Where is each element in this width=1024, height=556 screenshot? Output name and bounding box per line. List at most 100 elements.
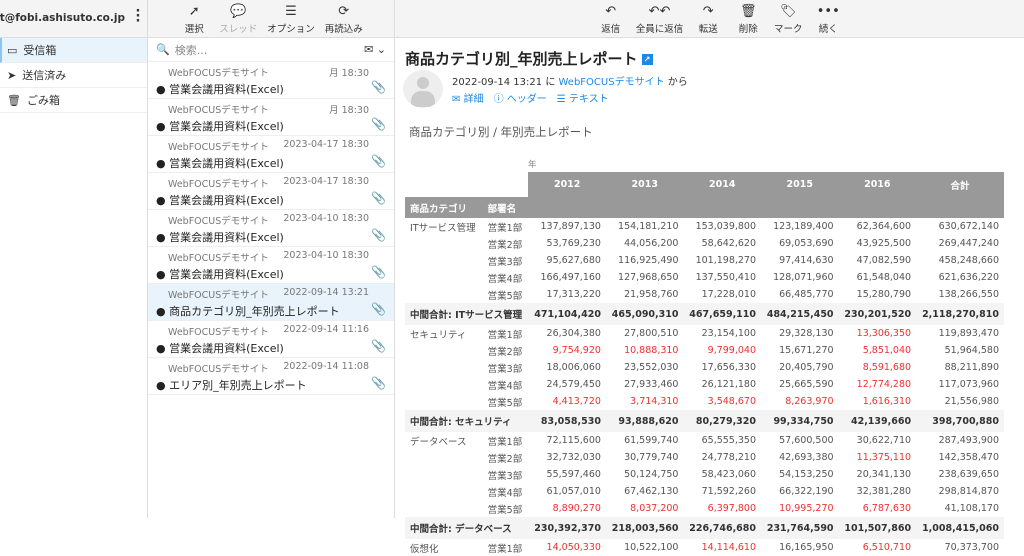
message-list-item[interactable]: WebFOCUSデモサイト 月 18:30 ● 営業会議用資料(Excel) 📎 (148, 62, 394, 99)
message-list-item[interactable]: WebFOCUSデモサイト 2023-04-17 18:30 ● 営業会議用資料(E… (148, 136, 394, 173)
value-cell: 10,888,310 (624, 345, 679, 356)
headers-link[interactable]: ⓘ ヘッダー (494, 90, 547, 105)
main-btn-1[interactable]: ↶↶ 全員に返信 (636, 3, 684, 35)
subtotal-cell: 93,888,620 (605, 410, 684, 432)
message-list-item[interactable]: WebFOCUSデモサイト 2022-09-14 13:21 ● 商品カテゴリ別_年… (148, 284, 394, 321)
main-icon-5: ••• (816, 4, 840, 19)
search-input[interactable]: 検索... (175, 42, 208, 58)
year-label: 年 (528, 160, 537, 170)
value-cell: 30,779,740 (624, 452, 679, 463)
subject: ● 営業会議用資料(Excel) (156, 83, 284, 96)
value-cell: 142,358,470 (938, 452, 999, 463)
value-cell: 54,153,250 (779, 469, 834, 480)
value-cell: 166,497,160 (540, 272, 601, 283)
message-list-item[interactable]: WebFOCUSデモサイト 2023-04-10 18:30 ● 営業会議用資料(E… (148, 210, 394, 247)
button-label: オプション (267, 24, 315, 35)
message-list-pane: ➚ 選択 💬 スレッド ☰ オプション ⟳ 再読込み 🔍 検索... ✉ ⌄ WebFOCUS… (148, 0, 395, 518)
attachment-icon: 📎 (371, 154, 386, 168)
button-label: 返信 (601, 24, 621, 35)
message-list-item[interactable]: WebFOCUSデモサイト 2023-04-17 18:30 ● 営業会議用資料(E… (148, 173, 394, 210)
dept: 営業4部 (487, 487, 523, 499)
sender: WebFOCUSデモサイト (168, 253, 269, 264)
value-cell: 287,493,900 (938, 435, 999, 446)
sender-link[interactable]: WebFOCUSデモサイト (559, 77, 665, 88)
open-external-icon[interactable]: ↗ (641, 54, 653, 65)
main-icon-4: 🏷 (779, 4, 797, 19)
message-title: 商品カテゴリ別_年別売上レポート ↗ (405, 48, 653, 69)
message-list-item[interactable]: WebFOCUSデモサイト 2023-04-10 18:30 ● 営業会議用資料(E… (148, 247, 394, 284)
list-btn-3[interactable]: ⟳ 再読込み (325, 3, 363, 35)
folder-send[interactable]: ➤ 送信済み (0, 63, 147, 88)
value-cell: 15,280,790 (856, 289, 912, 300)
value-cell: 9,754,920 (552, 345, 601, 356)
value-cell: 14,050,330 (546, 542, 601, 553)
details-link[interactable]: ✉ 詳細 (452, 90, 484, 105)
list-btn-0[interactable]: ➚ 選択 (179, 3, 209, 35)
value-cell: 119,893,470 (938, 328, 999, 339)
sender: WebFOCUSデモサイト (168, 364, 269, 375)
message-list-item[interactable]: WebFOCUSデモサイト 月 18:30 ● 営業会議用資料(Excel) 📎 (148, 99, 394, 136)
subtotal-cell: 398,700,880 (916, 410, 1004, 432)
dept: 営業5部 (487, 397, 523, 409)
sender: WebFOCUSデモサイト (168, 327, 269, 338)
envelope-filter-icon[interactable]: ✉ ⌄ (364, 43, 386, 56)
value-cell: 153,039,800 (695, 221, 757, 232)
value-cell: 66,322,190 (779, 486, 834, 497)
table-row: 営業2部 32,732,030 30,779,740 24,778,210 42,693… (405, 449, 1004, 466)
value-cell: 4,413,720 (552, 396, 601, 407)
folder-trash[interactable]: 🗑 ごみ箱 (0, 88, 147, 113)
plain-text-link[interactable]: ☰ テキスト (557, 90, 609, 105)
category: ITサービス管理 (410, 222, 476, 234)
main-btn-3[interactable]: 🗑 削除 (733, 3, 763, 35)
blank (405, 172, 529, 197)
subtotal-cell: 99,334,750 (761, 410, 839, 432)
table-row: 営業5部 8,890,270 8,037,200 6,397,800 10,995,27… (405, 500, 1004, 517)
button-label: 全員に返信 (635, 24, 684, 35)
list-btn-1[interactable]: 💬 スレッド (219, 3, 257, 35)
subject: ● エリア別_年別売上レポート (156, 379, 307, 392)
list-icon-1: 💬 (230, 4, 247, 19)
table-row: 営業4部 166,497,160 127,968,650 137,550,410 128… (405, 269, 1004, 286)
value-cell: 269,447,240 (938, 238, 999, 249)
value-cell: 55,597,460 (546, 469, 601, 480)
dept: 営業2部 (487, 239, 523, 251)
value-cell: 23,154,100 (701, 328, 757, 339)
value-cell: 29,328,130 (779, 328, 834, 339)
subject: ● 営業会議用資料(Excel) (156, 157, 284, 170)
subject: ● 営業会議用資料(Excel) (156, 231, 284, 244)
value-cell: 62,364,600 (856, 221, 912, 232)
value-cell: 66,485,770 (779, 289, 834, 300)
attachment-icon: 📎 (371, 117, 386, 131)
value-cell: 58,642,620 (701, 238, 757, 249)
subtotal-cell: 218,003,560 (605, 517, 684, 539)
list-btn-2[interactable]: ☰ オプション (267, 3, 315, 35)
kebab-menu-icon[interactable]: · · · (135, 5, 141, 28)
category: データベース (410, 436, 467, 448)
date: 2022-09-14 13:21 (283, 287, 369, 298)
value-cell: 44,056,200 (624, 238, 679, 249)
folder-label: 受信箱 (23, 44, 57, 57)
value-cell: 67,462,130 (624, 486, 679, 497)
message-list-item[interactable]: WebFOCUSデモサイト 2022-09-14 11:08 ● エリア別_年別売上… (148, 358, 394, 395)
message-list-item[interactable]: WebFOCUSデモサイト 2022-09-14 11:16 ● 営業会議用資料(E… (148, 321, 394, 358)
value-cell: 621,636,220 (938, 272, 999, 283)
main-btn-5[interactable]: ••• 続く (813, 3, 843, 35)
folder-sidebar: guest@fobi.ashisuto.co.jp ··· ▭受信箱➤送信済み🗑… (0, 0, 148, 518)
value-cell: 17,656,330 (701, 362, 757, 373)
value-cell: 27,800,510 (624, 328, 679, 339)
main-btn-4[interactable]: 🏷 マーク (773, 3, 803, 35)
date: 月 18:30 (329, 68, 369, 79)
main-btn-2[interactable]: ↷ 転送 (693, 3, 723, 35)
button-label: マーク (773, 24, 803, 35)
year-header-row: 2012 2013 2014 2015 2016 合計 (405, 172, 1004, 197)
value-cell: 51,964,580 (944, 345, 999, 356)
button-label: 削除 (738, 24, 758, 35)
subtotal-cell: 471,104,420 (528, 303, 606, 325)
search-bar[interactable]: 🔍 検索... ✉ ⌄ (148, 38, 394, 62)
sender: WebFOCUSデモサイト (168, 105, 269, 116)
category (405, 500, 483, 517)
main-btn-0[interactable]: ↶ 返信 (596, 3, 626, 35)
value-cell: 20,405,790 (779, 362, 834, 373)
subtotal-cell: 42,139,660 (838, 410, 917, 432)
folder-inbox[interactable]: ▭ 受信箱 (0, 38, 147, 63)
